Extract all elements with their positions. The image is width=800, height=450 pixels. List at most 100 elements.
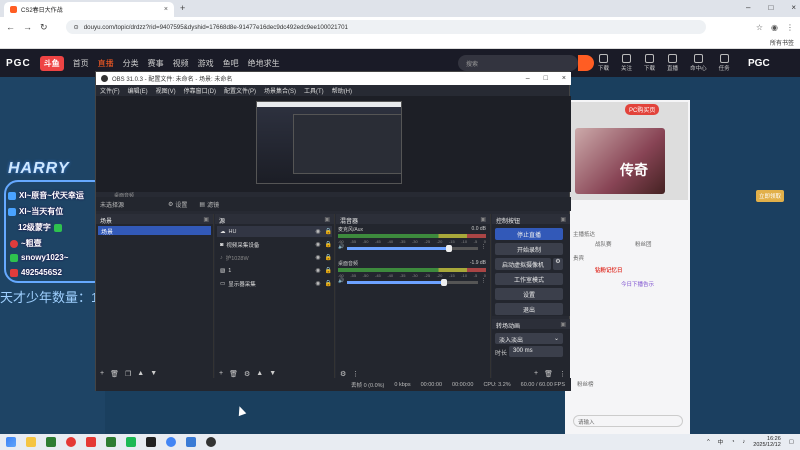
minimize-icon[interactable]: – (746, 3, 750, 12)
start-recording-button[interactable]: 开始录制 (495, 243, 563, 255)
bookmark-star-icon[interactable]: ☆ (756, 23, 763, 32)
more-icon[interactable]: ⋮ (352, 370, 359, 378)
eye-icon[interactable]: ◉ (315, 280, 320, 287)
add-icon[interactable]: + (534, 370, 538, 377)
menu-edit[interactable]: 编辑(E) (128, 86, 148, 95)
speaker-icon[interactable]: 🔊 (338, 278, 344, 284)
volume-slider[interactable] (347, 244, 478, 252)
menu-profile[interactable]: 配置文件(P) (224, 86, 256, 95)
nav-pubg[interactable]: 绝地求生 (248, 58, 280, 69)
app-icon[interactable] (46, 437, 56, 447)
lock-icon[interactable]: 🔒 (325, 254, 332, 261)
dock-float-icon[interactable]: ▣ (560, 321, 566, 328)
site-search-input[interactable]: 搜索 (458, 55, 578, 71)
source-item[interactable]: ♪ 护1028W ◉ 🔒 (217, 252, 332, 263)
nav-events[interactable]: 赛事 (148, 58, 164, 69)
stop-streaming-button[interactable]: 停止直播 (495, 228, 563, 240)
obs-icon[interactable] (206, 437, 216, 447)
chrome-icon[interactable] (166, 437, 176, 447)
dock-float-icon[interactable]: ▣ (480, 216, 486, 223)
app-icon[interactable] (146, 437, 156, 447)
studio-mode-button[interactable]: 工作室模式 (495, 273, 563, 285)
dock-float-icon[interactable]: ▣ (324, 216, 330, 223)
source-item[interactable]: ☁ HU ◉ 🔒 (217, 226, 332, 237)
more-icon[interactable]: ⋮ (481, 244, 486, 250)
close-icon[interactable]: × (562, 75, 566, 82)
notification-icon[interactable]: ▢ (789, 439, 794, 445)
up-icon[interactable]: ▲ (137, 370, 144, 377)
trash-icon[interactable]: 🗑 (544, 370, 553, 378)
menu-view[interactable]: 视图(V) (156, 86, 176, 95)
nav-icon-2[interactable]: 关注 (621, 54, 632, 72)
eye-icon[interactable]: ◉ (315, 254, 320, 261)
app-icon[interactable] (106, 437, 116, 447)
lock-icon[interactable]: 🔒 (325, 228, 332, 235)
all-bookmarks-link[interactable]: 所有书签 (770, 38, 794, 47)
file-explorer-icon[interactable] (26, 437, 36, 447)
copy-icon[interactable]: ❐ (125, 370, 131, 378)
add-icon[interactable]: + (219, 370, 223, 377)
maximize-icon[interactable]: □ (768, 3, 773, 12)
nav-home[interactable]: 首页 (73, 58, 89, 69)
tray-chevron-icon[interactable]: ^ (707, 439, 710, 445)
gear-icon[interactable]: ⚙ (340, 370, 346, 378)
maximize-icon[interactable]: □ (544, 75, 548, 82)
menu-file[interactable]: 文件(F) (100, 86, 120, 95)
slider-knob[interactable] (441, 278, 447, 286)
down-icon[interactable]: ▼ (150, 370, 157, 377)
site-info-icon[interactable]: ⊙ (74, 24, 79, 31)
nav-live[interactable]: 直播 (98, 58, 114, 69)
lock-icon[interactable]: 🔒 (325, 267, 332, 274)
menu-icon[interactable]: ⋮ (786, 23, 794, 32)
speaker-icon[interactable]: 🔊 (338, 244, 344, 250)
nav-category[interactable]: 分类 (123, 58, 139, 69)
more-icon[interactable]: ⋮ (559, 370, 566, 378)
volume-slider[interactable] (347, 278, 478, 286)
menu-docks[interactable]: 停靠窗口(D) (184, 86, 216, 95)
menu-tools[interactable]: 工具(T) (304, 86, 324, 95)
down-icon[interactable]: ▼ (269, 370, 276, 377)
virtual-camera-settings-icon[interactable]: ⚙ (553, 258, 563, 270)
duration-input[interactable]: 300 ms (509, 346, 563, 357)
url-field[interactable]: ⊙ douyu.com/topic/drdzz?rid=9407595&dysh… (65, 20, 706, 34)
trash-icon[interactable]: 🗑 (229, 370, 238, 378)
browser-tab[interactable]: CS2春日大作战 × (4, 2, 174, 17)
app-icon[interactable] (86, 437, 96, 447)
close-icon[interactable]: × (164, 6, 168, 13)
nav-icon-1[interactable]: 下载 (598, 54, 609, 72)
nav-yuba[interactable]: 鱼吧 (223, 58, 239, 69)
source-item[interactable]: ◙ 视频采集设备 ◉ 🔒 (217, 239, 332, 250)
nav-icon-5[interactable]: 命中心 (690, 54, 707, 72)
netease-icon[interactable] (66, 437, 76, 447)
source-item[interactable]: ▧ 1 ◉ 🔒 (217, 265, 332, 276)
scene-item[interactable]: 场景 (98, 226, 211, 236)
clock[interactable]: 16:26 2025/12/12 (753, 436, 781, 448)
app-icon[interactable] (126, 437, 136, 447)
claim-button[interactable]: 立即领取 (756, 190, 785, 202)
input-method[interactable]: 中 (718, 438, 724, 446)
app-icon[interactable] (186, 437, 196, 447)
search-button[interactable] (578, 55, 594, 71)
nav-icon-6[interactable]: 任务 (719, 54, 730, 72)
trash-icon[interactable]: 🗑 (110, 370, 119, 378)
minimize-icon[interactable]: – (526, 75, 530, 82)
windows-start-icon[interactable] (6, 437, 16, 447)
more-icon[interactable]: ⋮ (481, 278, 486, 284)
nav-icon-4[interactable]: 直播 (667, 54, 678, 72)
settings-button[interactable]: ⚙ 设置 (168, 200, 187, 209)
filters-button[interactable]: ▤ 滤镜 (199, 200, 219, 209)
settings-main-button[interactable]: 设置 (495, 288, 563, 300)
gear-icon[interactable]: ⚙ (244, 370, 250, 378)
chat-input[interactable]: 请输入 (573, 415, 683, 427)
source-item[interactable]: ▭ 显示器采集 ◉ 🔒 (217, 278, 332, 289)
dock-float-icon[interactable]: ▣ (560, 216, 566, 223)
forward-icon[interactable]: → (23, 22, 32, 32)
exit-button[interactable]: 退出 (495, 303, 563, 315)
eye-icon[interactable]: ◉ (315, 241, 320, 248)
nav-icon-3[interactable]: 下载 (644, 54, 655, 72)
transition-select[interactable]: 淡入淡出 ⌄ (495, 333, 563, 344)
menu-scene-collection[interactable]: 场景集合(S) (264, 86, 296, 95)
eye-icon[interactable]: ◉ (315, 267, 320, 274)
douyu-logo[interactable]: 斗鱼 (39, 55, 64, 71)
nav-games[interactable]: 游戏 (198, 58, 214, 69)
